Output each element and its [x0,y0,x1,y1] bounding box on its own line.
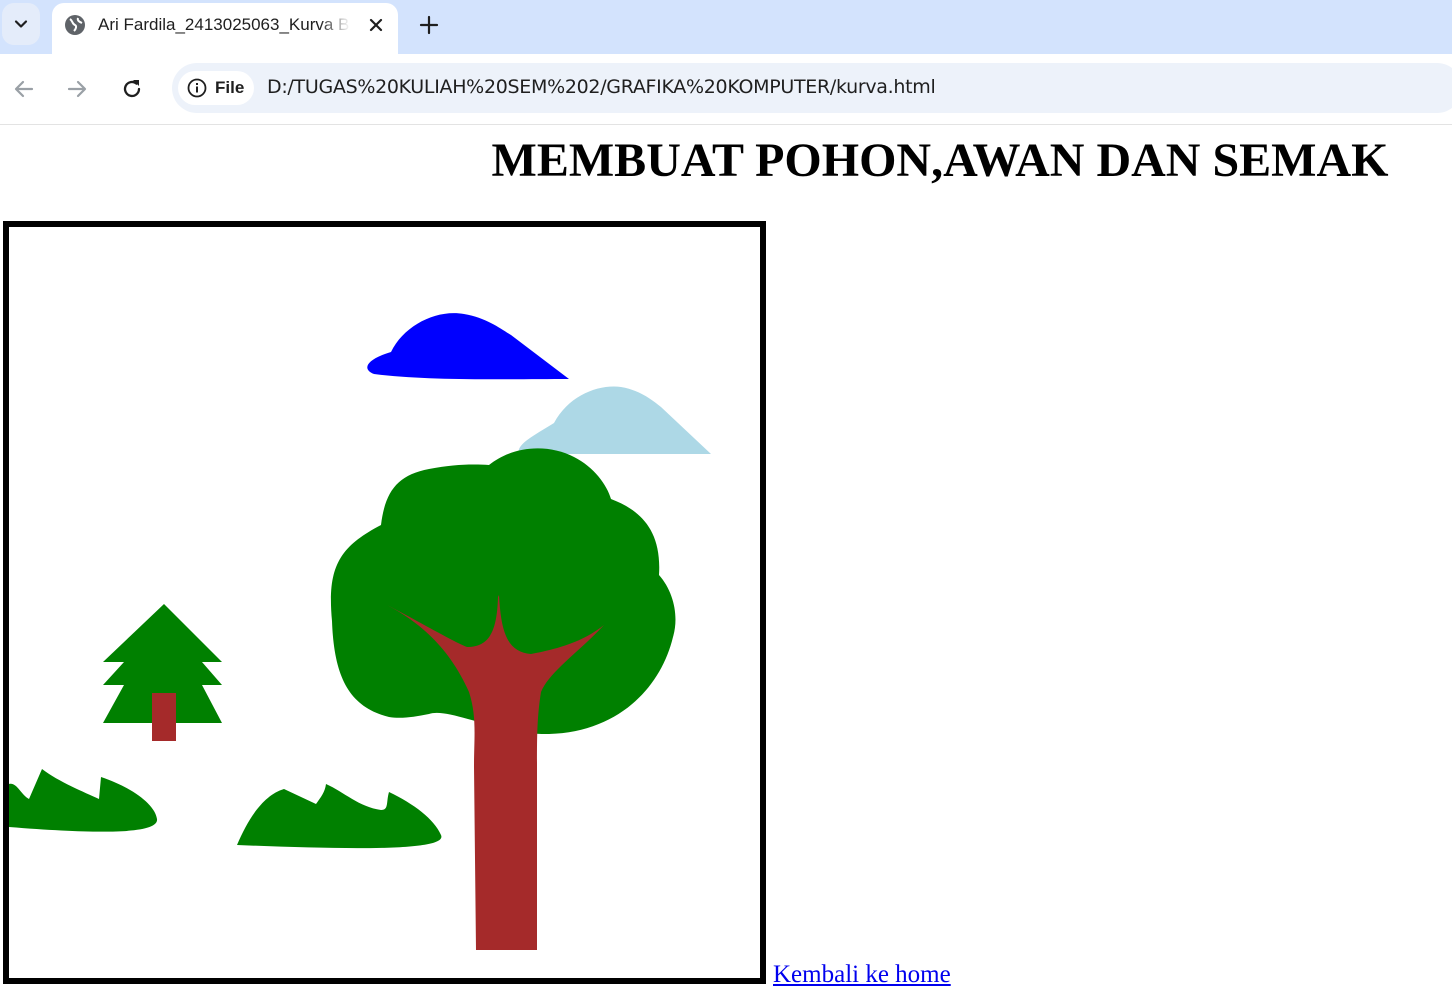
active-tab[interactable]: Ari Fardila_2413025063_Kurva B [52,3,398,54]
browser-toolbar: File D:/TUGAS%20KULIAH%20SEM%202/GRAFIKA… [0,54,1452,125]
home-link[interactable]: Kembali ke home [773,961,951,989]
pine-trunk [152,693,176,741]
chevron-down-icon [14,20,28,28]
info-icon [187,78,207,98]
site-info-chip[interactable]: File [178,71,254,105]
tab-strip: Ari Fardila_2413025063_Kurva B [0,0,1452,54]
new-tab-icon[interactable] [416,12,442,38]
drawing-canvas [3,221,766,984]
url-text[interactable]: D:/TUGAS%20KULIAH%20SEM%202/GRAFIKA%20KO… [267,76,936,98]
bush-left [9,769,158,832]
address-bar[interactable]: File D:/TUGAS%20KULIAH%20SEM%202/GRAFIKA… [172,63,1452,113]
forward-arrow-icon[interactable] [63,75,91,103]
light-blue-cloud [518,386,711,454]
back-arrow-icon[interactable] [10,75,38,103]
tab-search-button[interactable] [2,3,40,45]
scene-drawing [9,313,711,950]
reload-icon[interactable] [118,75,146,103]
bush-middle [237,784,442,849]
globe-icon [65,15,85,35]
blue-cloud [367,313,569,380]
page-title: MEMBUAT POHON,AWAN DAN SEMAK [491,134,1389,187]
tab-title: Ari Fardila_2413025063_Kurva B [98,15,350,34]
close-icon[interactable] [365,14,387,36]
site-info-label: File [215,78,245,97]
